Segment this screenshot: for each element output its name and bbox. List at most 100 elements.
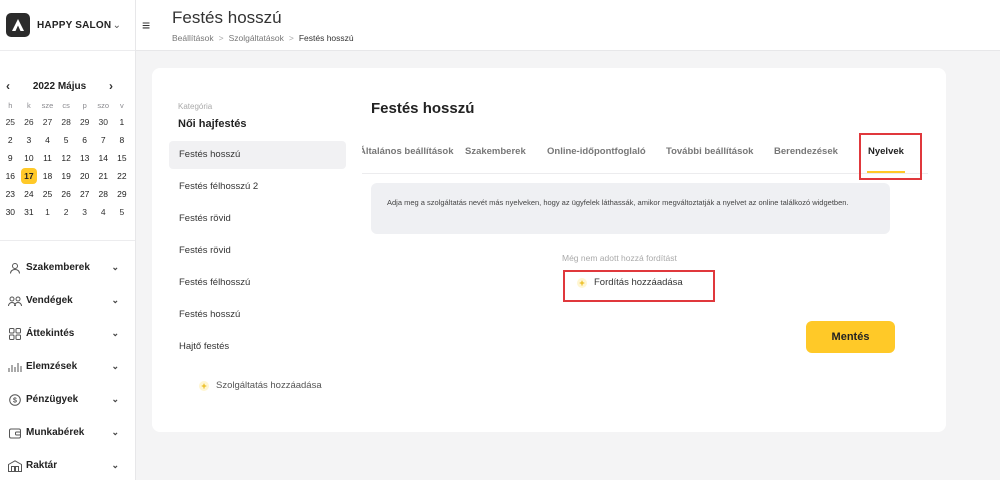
calendar-day[interactable]: 3 (75, 203, 94, 221)
A-logo-icon (6, 13, 30, 37)
add-service-button[interactable]: + Szolgáltatás hozzáadása (199, 380, 322, 391)
calendar-day[interactable]: 16 (1, 167, 20, 185)
chevron-down-icon: ⌄ (112, 19, 121, 31)
tab-specialists[interactable]: Szakemberek (465, 146, 526, 157)
salon-switcher[interactable]: HAPPY SALON ⌄ (0, 0, 135, 51)
calendar-day[interactable]: 26 (20, 113, 39, 131)
calendar-day[interactable]: 25 (38, 185, 57, 203)
calendar-day[interactable]: 20 (75, 167, 94, 185)
tab-equipment[interactable]: Berendezések (774, 146, 838, 157)
weekday-label: k (27, 101, 31, 110)
calendar-day[interactable]: 30 (94, 113, 113, 131)
sidebar-item-penzugyek[interactable]: $ Pénzügyek ⌄ (0, 383, 135, 416)
weekday-label: cs (62, 101, 70, 110)
calendar-day[interactable]: 23 (1, 185, 20, 203)
calendar-day[interactable]: 27 (75, 185, 94, 203)
empty-state-text: Még nem adott hozzá fordítást (562, 253, 677, 263)
calendar-day[interactable]: 29 (113, 185, 132, 203)
tab-general-settings[interactable]: Általános beállítások (362, 146, 454, 157)
tab-more-settings[interactable]: További beállítások (666, 146, 753, 157)
service-list-item[interactable]: Festés hosszú (169, 301, 346, 329)
category-label: Kategória (178, 102, 213, 111)
service-card: Kategória Női hajfestés Festés hosszú Fes… (152, 68, 946, 432)
service-list-item[interactable]: Festés hosszú (169, 141, 346, 169)
calendar-day[interactable]: 7 (94, 131, 113, 149)
chevron-down-icon: ⌄ (111, 394, 119, 404)
calendar-day[interactable]: 2 (1, 131, 20, 149)
calendar-day[interactable]: 1 (38, 203, 57, 221)
sidebar-item-label: Raktár (26, 460, 58, 471)
sidebar-item-label: Áttekintés (26, 328, 75, 339)
calendar-day[interactable]: 1 (113, 113, 132, 131)
calendar-day[interactable]: 4 (94, 203, 113, 221)
calendar-day[interactable]: 8 (113, 131, 132, 149)
service-title: Festés hosszú (371, 100, 475, 117)
calendar-day[interactable]: 5 (57, 131, 76, 149)
service-list-item[interactable]: Festés félhosszú (169, 269, 346, 297)
next-month-icon[interactable]: › (109, 79, 113, 93)
calendar-day[interactable]: 27 (38, 113, 57, 131)
service-list-item[interactable]: Festés rövid (169, 205, 346, 233)
calendar-day[interactable]: 29 (75, 113, 94, 131)
calendar-day[interactable]: 19 (57, 167, 76, 185)
calendar-day[interactable]: 13 (75, 149, 94, 167)
save-button[interactable]: Mentés (806, 321, 895, 353)
calendar-day[interactable]: 11 (38, 149, 57, 167)
calendar-day[interactable]: 6 (75, 131, 94, 149)
calendar-day[interactable]: 17 (20, 168, 38, 184)
service-list-item[interactable]: Hajtő festés (169, 333, 346, 361)
calendar-day[interactable]: 18 (38, 167, 57, 185)
calendar-day[interactable]: 12 (57, 149, 76, 167)
calendar-day[interactable]: 14 (94, 149, 113, 167)
chevron-down-icon: ⌄ (111, 262, 119, 272)
service-list-item[interactable]: Festés félhosszú 2 (169, 173, 346, 201)
prev-month-icon[interactable]: ‹ (6, 79, 10, 93)
calendar-day[interactable]: 2 (57, 203, 76, 221)
weekday-label: p (82, 101, 87, 110)
sidebar-nav: Szakemberek ⌄ Vendégek ⌄ Áttekintés ⌄ Elemzése… (0, 241, 135, 480)
sidebar-item-label: Vendégek (26, 295, 73, 306)
sidebar-item-vendegek[interactable]: Vendégek ⌄ (0, 284, 135, 317)
calendar-day[interactable]: 3 (20, 131, 39, 149)
sidebar-item-raktar[interactable]: Raktár ⌄ (0, 449, 135, 480)
warehouse-icon (8, 459, 22, 473)
breadcrumb-link[interactable]: Beállítások (172, 33, 214, 43)
calendar-day[interactable]: 4 (38, 131, 57, 149)
service-list-item[interactable]: Festés rövid (169, 237, 346, 265)
page-title: Festés hosszú (172, 8, 282, 27)
sidebar-item-attekintes[interactable]: Áttekintés ⌄ (0, 317, 135, 350)
sidebar-item-label: Elemzések (26, 361, 78, 372)
sidebar-item-szakemberek[interactable]: Szakemberek ⌄ (0, 251, 135, 284)
highlight-box (859, 133, 922, 180)
calendar-day[interactable]: 15 (113, 149, 132, 167)
calendar-day[interactable]: 30 (1, 203, 20, 221)
calendar-day[interactable]: 31 (20, 203, 39, 221)
calendar-month-label: 2022 Május (32, 80, 87, 92)
calendar-day[interactable]: 9 (1, 149, 20, 167)
calendar-day[interactable]: 28 (57, 113, 76, 131)
sidebar-item-munkaberek[interactable]: Munkabérek ⌄ (0, 416, 135, 449)
calendar-day[interactable]: 10 (20, 149, 39, 167)
calendar-day[interactable]: 5 (113, 203, 132, 221)
weekday-label: szo (97, 101, 110, 110)
calendar-day[interactable]: 22 (113, 167, 132, 185)
sidebar: HAPPY SALON ⌄ ‹ 2022 Május › h k sze cs p szo… (0, 0, 136, 480)
calendar-day[interactable]: 28 (94, 185, 113, 203)
highlight-box (563, 270, 715, 302)
calendar-day[interactable]: 24 (20, 185, 39, 203)
weekday-label: sze (41, 101, 54, 110)
menu-icon[interactable]: ≡ (142, 17, 150, 33)
service-list: Festés hosszú Festés félhosszú 2 Festés rö… (169, 141, 346, 365)
breadcrumb-link[interactable]: Szolgáltatások (229, 33, 284, 43)
weekday-label: h (8, 101, 13, 110)
calendar-day[interactable]: 21 (94, 167, 113, 185)
sidebar-item-elemzesek[interactable]: Elemzések ⌄ (0, 350, 135, 383)
calendar-day[interactable]: 26 (57, 185, 76, 203)
tab-online-booking[interactable]: Online-időpontfoglaló (547, 146, 646, 157)
chart-icon (8, 360, 22, 374)
calendar-day[interactable]: 25 (1, 113, 20, 131)
breadcrumb-current: Festés hosszú (298, 33, 354, 43)
salon-name: HAPPY SALON (37, 19, 112, 31)
breadcrumb-separator: > (288, 33, 294, 43)
sidebar-item-label: Munkabérek (26, 427, 85, 438)
